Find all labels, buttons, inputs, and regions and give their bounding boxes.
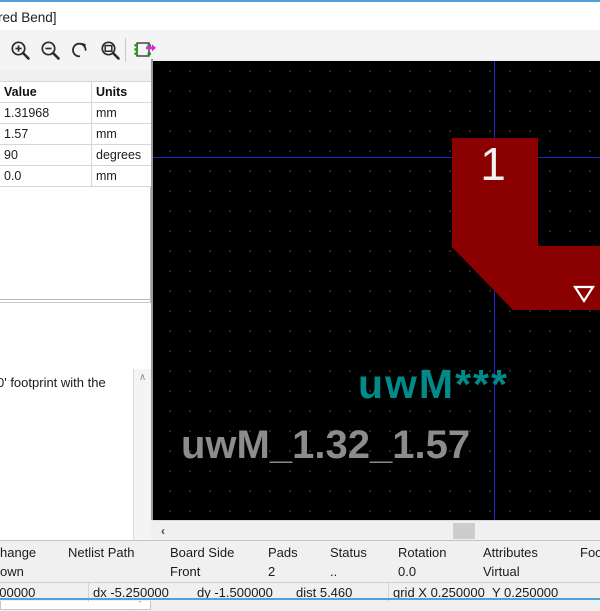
refresh-icon[interactable] [66, 36, 94, 64]
cell-value[interactable]: 1.57 [0, 123, 92, 145]
footer-column-rotation: Rotation 0.0 [398, 545, 447, 579]
footer-header-board-side: Board Side [170, 545, 235, 560]
table-row[interactable]: 1.57 mm [0, 123, 152, 145]
cell-value[interactable]: 90 [0, 144, 92, 166]
footer-value-board-side: Front [170, 564, 201, 579]
pcb-canvas[interactable]: 1 uwM*** uwM_1.32_1.57 [153, 61, 600, 520]
cell-units[interactable]: mm [91, 165, 152, 187]
pad-number-label: 1 [480, 138, 506, 190]
footprint-info-footer: hange own Netlist Path Board Side Front … [0, 540, 600, 602]
cell-value[interactable]: 1.31968 [0, 102, 92, 124]
description-text: 0' footprint with the [0, 375, 106, 390]
footer-header-change: hange [0, 545, 37, 560]
scroll-up-icon[interactable]: ∧ [134, 369, 151, 385]
footer-value-pads: 2 [268, 564, 276, 579]
window-title: red Bend] [0, 10, 57, 25]
zoom-to-fit-icon[interactable] [96, 36, 124, 64]
scroll-left-icon[interactable]: ‹ [155, 523, 171, 539]
footer-value-status: .. [330, 564, 338, 579]
panel-divider [0, 299, 151, 300]
footer-header-status: Status [330, 545, 367, 560]
footer-header-attributes: Attributes [483, 545, 538, 560]
footer-header-footprint: Foot [580, 545, 600, 560]
cell-units[interactable]: mm [91, 123, 152, 145]
pad-polygon[interactable] [452, 138, 600, 310]
cell-value[interactable]: 0.0 [0, 165, 92, 187]
footer-value-attributes: Virtual [483, 564, 520, 579]
table-row[interactable]: 1.31968 mm [0, 102, 152, 124]
footer-column-status: Status .. [330, 545, 367, 579]
cell-units[interactable]: mm [91, 102, 152, 124]
scrollbar-thumb[interactable] [453, 523, 475, 539]
cell-units[interactable]: degrees [91, 144, 152, 166]
footer-value-rotation: 0.0 [398, 564, 417, 579]
table-row[interactable]: 90 degrees [0, 144, 152, 166]
zoom-out-icon[interactable] [36, 36, 64, 64]
footprint-reference-text[interactable]: uwM*** [358, 361, 509, 408]
toolbar-separator [125, 38, 126, 62]
table-row[interactable]: 0.0 mm [0, 165, 152, 187]
title-bar: red Bend] [0, 0, 600, 30]
zoom-in-icon[interactable] [6, 36, 34, 64]
footer-header-netlist-path: Netlist Path [68, 545, 135, 560]
column-header-units[interactable]: Units [91, 81, 152, 103]
footer-column-board-side: Board Side Front [170, 545, 235, 579]
footprint-value-text[interactable]: uwM_1.32_1.57 [181, 423, 470, 468]
properties-table: Value Units 1.31968 mm 1.57 mm 90 degree… [0, 81, 152, 187]
footer-column-attributes: Attributes Virtual [483, 545, 538, 579]
footer-column-footprint: Foot [580, 545, 600, 560]
footer-header-pads: Pads [268, 545, 298, 560]
footer-column-pads: Pads 2 [268, 545, 298, 579]
table-header-row: Value Units [0, 81, 152, 103]
footer-value-change: own [0, 564, 24, 579]
footer-column-change: hange own [0, 545, 37, 579]
properties-panel: Value Units 1.31968 mm 1.57 mm 90 degree… [0, 70, 152, 611]
column-header-value[interactable]: Value [0, 81, 92, 103]
pcb-footprint-editor-window: red Bend] Value Units 1.31968 mm 1.57 mm… [0, 0, 600, 611]
footer-header-rotation: Rotation [398, 545, 447, 560]
footer-column-netlist-path: Netlist Path [68, 545, 134, 560]
canvas-horizontal-scrollbar[interactable]: ‹ [153, 520, 600, 540]
pad-number-group: 1 [480, 138, 506, 190]
